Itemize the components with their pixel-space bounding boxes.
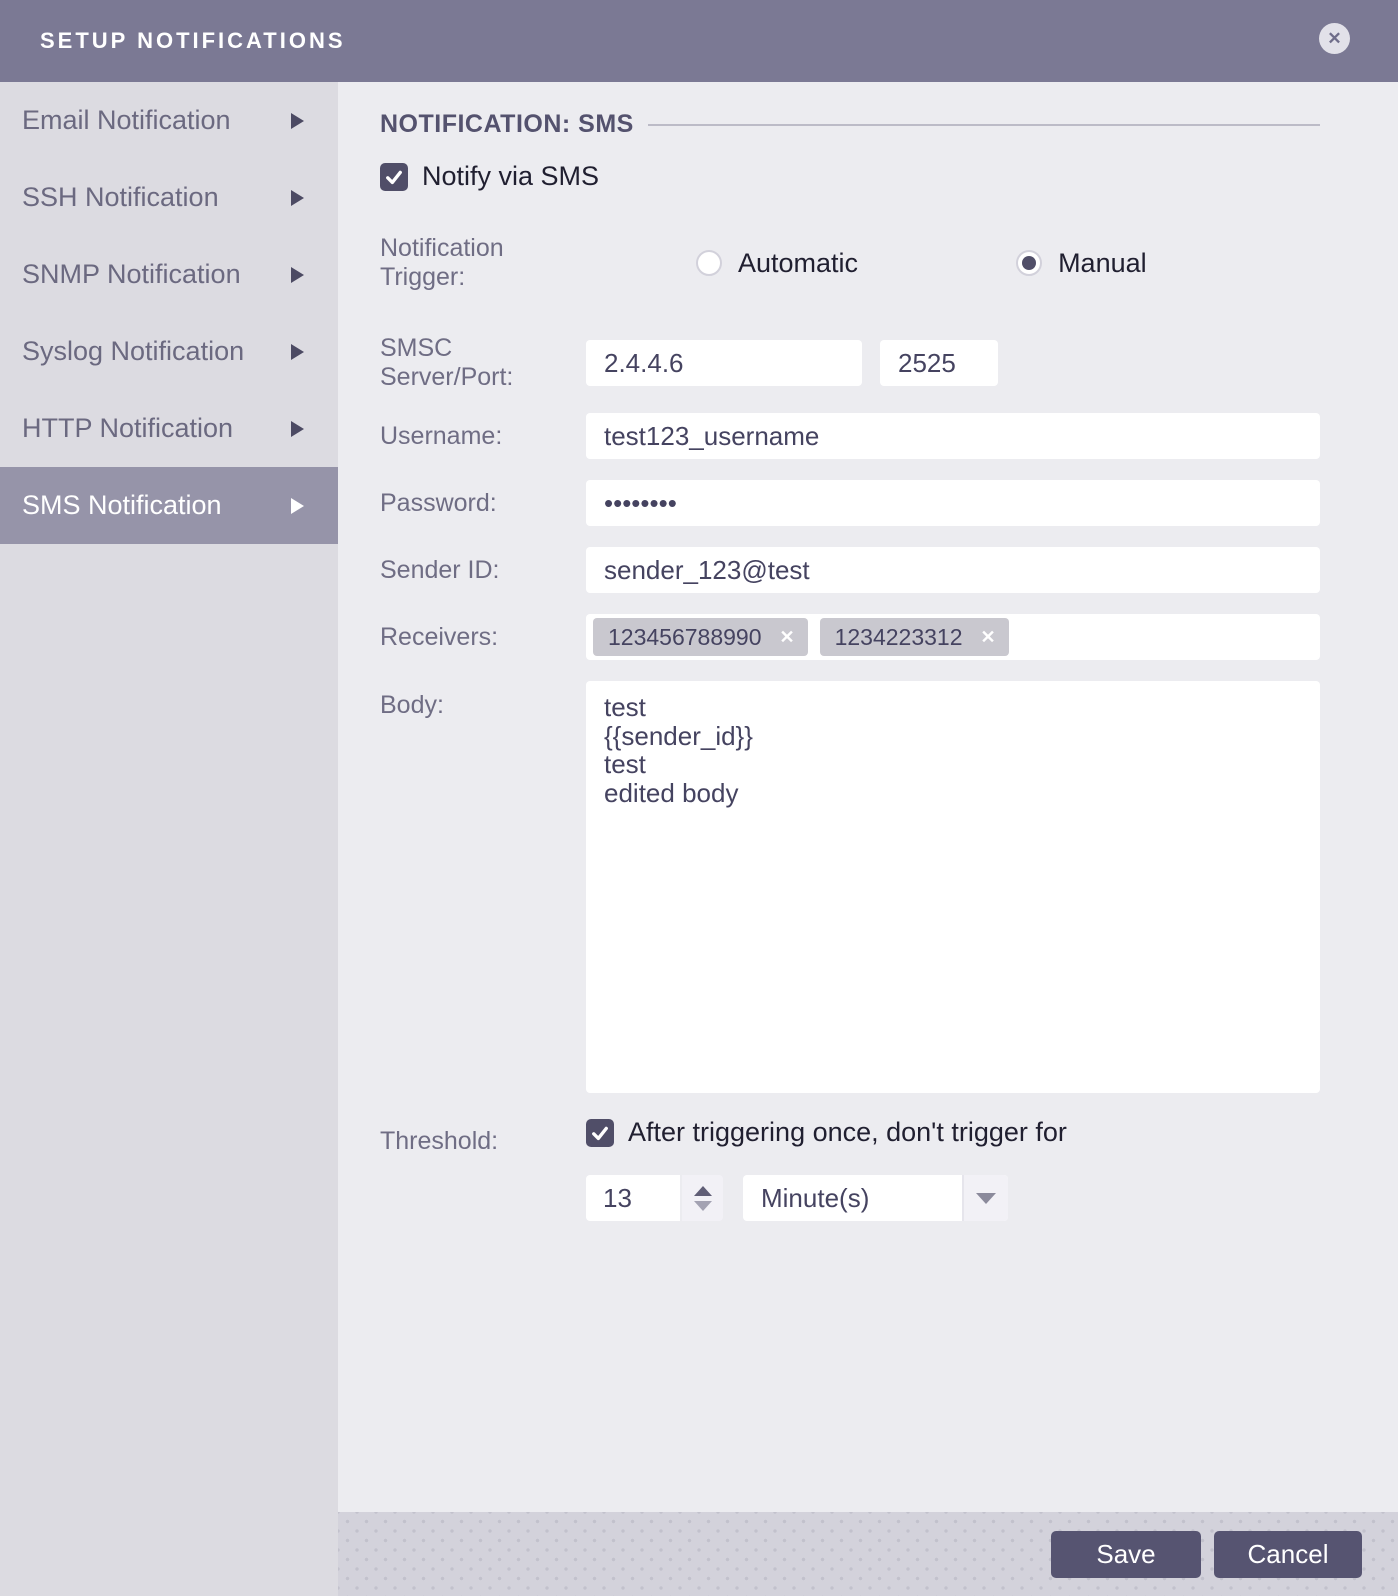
chevron-right-icon: [291, 190, 304, 206]
sidebar-item-label: HTTP Notification: [22, 413, 233, 444]
smsc-server-port-row: SMSC Server/Port:: [380, 334, 1320, 392]
save-button[interactable]: Save: [1051, 1531, 1201, 1578]
threshold-unit-dropdown[interactable]: Minute(s): [743, 1175, 1008, 1221]
threshold-field: After triggering once, don't trigger for: [586, 1117, 1320, 1221]
threshold-checkbox-label: After triggering once, don't trigger for: [628, 1117, 1067, 1148]
stepper-up-icon[interactable]: [694, 1186, 712, 1196]
sms-settings-fields: SMSC Server/Port: Username: Password: Se…: [380, 334, 1320, 1221]
trigger-automatic-label: Automatic: [738, 248, 858, 279]
smsc-port-input[interactable]: [880, 340, 998, 386]
notify-via-sms-checkbox[interactable]: [380, 163, 408, 191]
notification-trigger-label: Notification Trigger:: [380, 234, 586, 292]
sidebar-item-ssh-notification[interactable]: SSH Notification: [0, 159, 338, 236]
section-header: NOTIFICATION: SMS: [380, 110, 1320, 139]
notification-trigger-row: Notification Trigger: Automatic Manual: [380, 234, 1320, 292]
sidebar-item-label: Email Notification: [22, 105, 231, 136]
sender-id-input[interactable]: [586, 547, 1320, 593]
radio-dot: [1022, 256, 1036, 270]
sender-id-row: Sender ID:: [380, 547, 1320, 593]
chevron-right-icon: [291, 344, 304, 360]
section-title: NOTIFICATION: SMS: [380, 110, 634, 139]
sidebar-item-snmp-notification[interactable]: SNMP Notification: [0, 236, 338, 313]
sidebar-item-syslog-notification[interactable]: Syslog Notification: [0, 313, 338, 390]
sidebar-item-label: SNMP Notification: [22, 259, 241, 290]
receivers-input[interactable]: 123456788990 ✕ 1234223312 ✕: [586, 614, 1320, 660]
stepper-down-icon[interactable]: [694, 1201, 712, 1211]
receiver-tag-value: 123456788990: [608, 624, 762, 651]
main-column: NOTIFICATION: SMS Notify via SMS Notific…: [338, 82, 1398, 1596]
radio-icon-selected: [1016, 250, 1042, 276]
trigger-manual-label: Manual: [1058, 248, 1147, 279]
close-icon: ✕: [1327, 30, 1341, 47]
sidebar-item-label: SSH Notification: [22, 182, 219, 213]
receiver-tag: 123456788990 ✕: [593, 618, 808, 656]
trigger-manual-radio[interactable]: Manual: [1016, 248, 1147, 279]
body-row: Body: test {{sender_id}} test edited bod…: [380, 681, 1320, 1093]
dialog-body: Email Notification SSH Notification SNMP…: [0, 82, 1398, 1596]
radio-dot: [702, 256, 716, 270]
username-label: Username:: [380, 422, 586, 451]
close-button[interactable]: ✕: [1319, 23, 1350, 54]
dropdown-arrow-zone: [962, 1175, 1008, 1221]
threshold-row: Threshold: After triggering once, don't …: [380, 1117, 1320, 1221]
remove-receiver-icon[interactable]: ✕: [780, 628, 795, 646]
notification-types-sidebar: Email Notification SSH Notification SNMP…: [0, 82, 338, 1596]
setup-notifications-dialog: SETUP NOTIFICATIONS ✕ Email Notification…: [0, 0, 1398, 1596]
chevron-right-icon: [291, 498, 304, 514]
smsc-server-input[interactable]: [586, 340, 862, 386]
username-row: Username:: [380, 413, 1320, 459]
receivers-label: Receivers:: [380, 623, 586, 652]
threshold-checkbox-row: After triggering once, don't trigger for: [586, 1117, 1320, 1148]
smsc-server-port-label: SMSC Server/Port:: [380, 334, 586, 392]
trigger-automatic-radio[interactable]: Automatic: [696, 248, 858, 279]
password-input[interactable]: [586, 480, 1320, 526]
threshold-controls: Minute(s): [586, 1175, 1320, 1221]
sidebar-item-label: Syslog Notification: [22, 336, 244, 367]
checkmark-icon: [590, 1123, 610, 1143]
dialog-title: SETUP NOTIFICATIONS: [40, 28, 346, 54]
notify-via-sms-row: Notify via SMS: [380, 161, 1320, 192]
receiver-tag-value: 1234223312: [835, 624, 963, 651]
section-divider: [648, 124, 1320, 126]
sidebar-item-email-notification[interactable]: Email Notification: [0, 82, 338, 159]
receivers-row: Receivers: 123456788990 ✕ 1234223312 ✕: [380, 614, 1320, 660]
sidebar-item-sms-notification[interactable]: SMS Notification: [0, 467, 338, 544]
body-label: Body:: [380, 691, 586, 720]
dialog-footer: Save Cancel: [338, 1512, 1398, 1596]
chevron-right-icon: [291, 113, 304, 129]
remove-receiver-icon[interactable]: ✕: [981, 628, 996, 646]
radio-icon: [696, 250, 722, 276]
threshold-value-input[interactable]: [586, 1175, 680, 1221]
threshold-unit-value: Minute(s): [743, 1183, 962, 1214]
chevron-right-icon: [291, 421, 304, 437]
chevron-down-icon: [976, 1193, 996, 1204]
receiver-tag: 1234223312 ✕: [820, 618, 1009, 656]
sender-id-label: Sender ID:: [380, 556, 586, 585]
sms-notification-form: NOTIFICATION: SMS Notify via SMS Notific…: [338, 82, 1398, 1512]
threshold-checkbox[interactable]: [586, 1119, 614, 1147]
sidebar-item-http-notification[interactable]: HTTP Notification: [0, 390, 338, 467]
threshold-number-group: [586, 1175, 723, 1221]
sidebar-item-label: SMS Notification: [22, 490, 222, 521]
threshold-label: Threshold:: [380, 1127, 586, 1156]
checkmark-icon: [384, 167, 404, 187]
body-textarea[interactable]: test {{sender_id}} test edited body: [586, 681, 1320, 1093]
notify-via-sms-label: Notify via SMS: [422, 161, 599, 192]
dialog-titlebar: SETUP NOTIFICATIONS ✕: [0, 0, 1398, 82]
password-label: Password:: [380, 489, 586, 518]
chevron-right-icon: [291, 267, 304, 283]
cancel-button[interactable]: Cancel: [1214, 1531, 1362, 1578]
username-input[interactable]: [586, 413, 1320, 459]
trigger-options: Automatic Manual: [696, 248, 1147, 279]
threshold-stepper: [682, 1175, 723, 1221]
password-row: Password:: [380, 480, 1320, 526]
